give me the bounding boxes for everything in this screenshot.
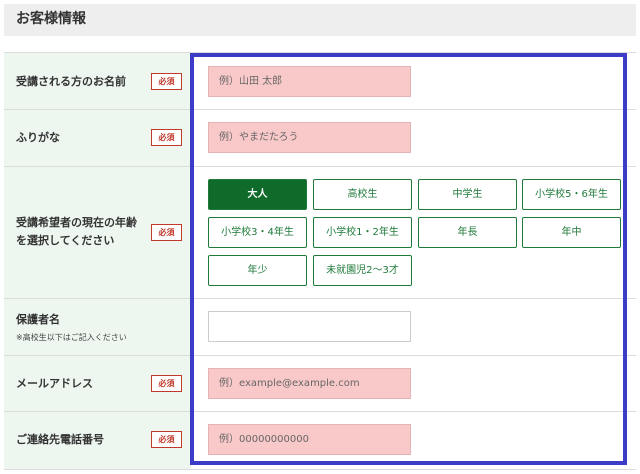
name-input[interactable]: 例）山田 太郎 xyxy=(208,66,411,97)
name-row: 受講される方のお名前 必須 例）山田 太郎 xyxy=(4,52,636,110)
age-label-cell: 受講希望者の現在の年齢 を選択してください 必須 xyxy=(4,167,191,298)
phone-label-cell: ご連絡先電話番号 必須 xyxy=(4,412,191,469)
age-option-adult[interactable]: 大人 xyxy=(208,179,307,210)
name-label-cell: 受講される方のお名前 必須 xyxy=(4,53,191,109)
email-input[interactable]: 例）example@example.com xyxy=(208,368,411,399)
required-badge: 必須 xyxy=(151,375,182,392)
age-label-line1: 受講希望者の現在の年齢 xyxy=(16,216,137,229)
guardian-row: 保護者名 ※高校生以下はご記入ください xyxy=(4,299,636,356)
age-row: 受講希望者の現在の年齢 を選択してください 必須 大人 高校生 中学生 小学校5… xyxy=(4,167,636,299)
age-option-nenshou[interactable]: 年少 xyxy=(208,255,307,286)
age-option-preschool-2-3[interactable]: 未就園児2〜3才 xyxy=(313,255,412,286)
required-badge: 必須 xyxy=(151,224,182,241)
phone-label: ご連絡先電話番号 xyxy=(16,433,104,446)
required-badge: 必須 xyxy=(151,73,182,90)
phone-row: ご連絡先電話番号 必須 例）00000000000 xyxy=(4,412,636,470)
furigana-label: ふりがな xyxy=(16,131,60,144)
section-title: お客様情報 xyxy=(4,4,636,36)
age-option-high-school[interactable]: 高校生 xyxy=(313,179,412,210)
age-option-junior-high[interactable]: 中学生 xyxy=(418,179,517,210)
furigana-label-cell: ふりがな 必須 xyxy=(4,110,191,166)
age-option-nenchou[interactable]: 年長 xyxy=(418,217,517,248)
furigana-input[interactable]: 例）やまだたろう xyxy=(208,122,411,153)
email-label: メールアドレス xyxy=(16,377,93,390)
age-option-elementary-3-4[interactable]: 小学校3・4年生 xyxy=(208,217,307,248)
required-badge: 必須 xyxy=(151,129,182,146)
furigana-row: ふりがな 必須 例）やまだたろう xyxy=(4,110,636,167)
age-option-elementary-5-6[interactable]: 小学校5・6年生 xyxy=(522,179,621,210)
age-option-nenchuu[interactable]: 年中 xyxy=(522,217,621,248)
email-label-cell: メールアドレス 必須 xyxy=(4,356,191,411)
guardian-note: ※高校生以下はご記入ください xyxy=(16,333,127,342)
phone-input[interactable]: 例）00000000000 xyxy=(208,424,411,455)
name-label: 受講される方のお名前 xyxy=(16,75,126,88)
guardian-input[interactable] xyxy=(208,311,411,342)
email-row: メールアドレス 必須 例）example@example.com xyxy=(4,356,636,412)
guardian-label-cell: 保護者名 ※高校生以下はご記入ください xyxy=(4,299,191,355)
age-label-line2: を選択してください xyxy=(16,234,115,247)
guardian-label: 保護者名 xyxy=(16,313,60,326)
age-option-elementary-1-2[interactable]: 小学校1・2年生 xyxy=(313,217,412,248)
required-badge: 必須 xyxy=(151,431,182,448)
